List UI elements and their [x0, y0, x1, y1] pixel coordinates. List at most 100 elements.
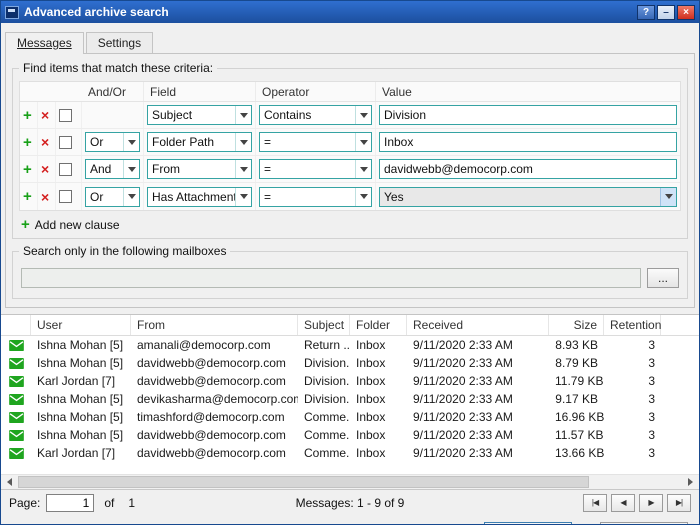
row-checkbox[interactable]: [59, 109, 72, 122]
operator-select[interactable]: =: [259, 159, 372, 179]
table-row[interactable]: Karl Jordan [7] davidwebb@democorp.com C…: [1, 444, 699, 462]
delete-row-icon[interactable]: ×: [41, 135, 49, 149]
chevron-down-icon[interactable]: [355, 188, 371, 206]
chevron-down-icon[interactable]: [660, 188, 676, 206]
header-subject[interactable]: Subject: [298, 315, 350, 335]
chevron-down-icon[interactable]: [235, 133, 251, 151]
field-select[interactable]: Folder Path: [147, 132, 252, 152]
chevron-down-icon[interactable]: [235, 106, 251, 124]
first-page-button[interactable]: |◀: [583, 494, 607, 512]
cell-size: 11.57 KB: [549, 428, 604, 442]
chevron-down-icon[interactable]: [235, 188, 251, 206]
operator-select[interactable]: =: [259, 187, 372, 207]
table-row[interactable]: Ishna Mohan [5] amanali@democorp.com Ret…: [1, 336, 699, 354]
close-button[interactable]: ×: [677, 5, 695, 20]
cell-retention: 3: [604, 446, 661, 460]
table-row[interactable]: Karl Jordan [7] davidwebb@democorp.com D…: [1, 372, 699, 390]
delete-row-icon[interactable]: ×: [41, 190, 49, 204]
page-number-input[interactable]: [46, 494, 94, 512]
plus-icon: +: [21, 217, 30, 232]
total-pages-label: 1: [128, 496, 135, 510]
header-retention[interactable]: Retention: [604, 315, 661, 335]
cell-folder: Inbox: [350, 374, 407, 388]
header-folder[interactable]: Folder: [350, 315, 407, 335]
mailboxes-input[interactable]: [21, 268, 641, 288]
value-select-value: Yes: [380, 188, 660, 206]
value-select[interactable]: Yes: [379, 187, 677, 207]
andor-select[interactable]: And: [85, 159, 140, 179]
cell-retention: 3: [604, 338, 661, 352]
tab-settings[interactable]: Settings: [86, 32, 153, 54]
table-row[interactable]: Ishna Mohan [5] timashford@democorp.com …: [1, 408, 699, 426]
chevron-down-icon[interactable]: [355, 106, 371, 124]
cell-size: 9.17 KB: [549, 392, 604, 406]
header-received[interactable]: Received: [407, 315, 549, 335]
chevron-down-icon[interactable]: [235, 160, 251, 178]
delete-row-icon[interactable]: ×: [41, 162, 49, 176]
horizontal-scrollbar[interactable]: [1, 474, 699, 489]
row-checkbox[interactable]: [59, 190, 72, 203]
add-new-clause-link[interactable]: + Add new clause: [21, 217, 681, 232]
andor-select[interactable]: Or: [85, 132, 140, 152]
delete-row-icon[interactable]: ×: [41, 108, 49, 122]
cell-received: 9/11/2020 2:33 AM: [407, 428, 549, 442]
criteria-group-title: Find items that match these criteria:: [19, 61, 217, 75]
tab-messages[interactable]: Messages: [5, 32, 84, 54]
field-select[interactable]: Subject: [147, 105, 252, 125]
add-row-icon[interactable]: +: [23, 189, 32, 204]
andor-select-value: Or: [86, 133, 123, 151]
cell-user: Ishna Mohan [5]: [31, 338, 131, 352]
chevron-down-icon[interactable]: [123, 160, 139, 178]
field-select-value: Subject: [148, 106, 235, 124]
criteria-row: + × And From: [20, 156, 680, 183]
operator-select-value: =: [260, 160, 355, 178]
mail-icon: [9, 394, 24, 405]
row-checkbox[interactable]: [59, 136, 72, 149]
cell-size: 8.93 KB: [549, 338, 604, 352]
add-row-icon[interactable]: +: [23, 162, 32, 177]
operator-select[interactable]: Contains: [259, 105, 372, 125]
header-user[interactable]: User: [31, 315, 131, 335]
chevron-down-icon[interactable]: [123, 188, 139, 206]
chevron-down-icon[interactable]: [355, 160, 371, 178]
scroll-left-icon[interactable]: [1, 475, 18, 489]
chevron-down-icon[interactable]: [355, 133, 371, 151]
chevron-down-icon[interactable]: [123, 133, 139, 151]
help-button[interactable]: ?: [637, 5, 655, 20]
add-row-icon[interactable]: +: [23, 108, 32, 123]
cell-size: 13.66 KB: [549, 446, 604, 460]
cell-received: 9/11/2020 2:33 AM: [407, 374, 549, 388]
criteria-group: Find items that match these criteria: An…: [12, 68, 688, 239]
header-from[interactable]: From: [131, 315, 298, 335]
header-size[interactable]: Size: [549, 315, 604, 335]
cell-user: Karl Jordan [7]: [31, 446, 131, 460]
table-row[interactable]: Ishna Mohan [5] davidwebb@democorp.com D…: [1, 354, 699, 372]
cell-retention: 3: [604, 392, 661, 406]
mail-icon: [9, 412, 24, 423]
last-page-button[interactable]: ▶|: [667, 494, 691, 512]
prev-page-button[interactable]: ◀: [611, 494, 635, 512]
andor-select-value: And: [86, 160, 123, 178]
row-checkbox[interactable]: [59, 163, 72, 176]
tab-messages-label: Messages: [17, 36, 72, 50]
field-select[interactable]: From: [147, 159, 252, 179]
header-field: Field: [144, 82, 256, 101]
action-bar: Search Clear: [1, 515, 699, 525]
table-row[interactable]: Ishna Mohan [5] davidwebb@democorp.com C…: [1, 426, 699, 444]
field-select[interactable]: Has Attachment: [147, 187, 252, 207]
cell-received: 9/11/2020 2:33 AM: [407, 338, 549, 352]
scroll-right-icon[interactable]: [682, 475, 699, 489]
value-input[interactable]: [379, 159, 677, 179]
scrollbar-thumb[interactable]: [18, 476, 589, 488]
value-input[interactable]: [379, 105, 677, 125]
next-page-button[interactable]: ▶: [639, 494, 663, 512]
browse-button[interactable]: ...: [647, 268, 679, 288]
app-icon: [5, 6, 19, 19]
minimize-button[interactable]: –: [657, 5, 675, 20]
operator-select[interactable]: =: [259, 132, 372, 152]
value-input[interactable]: [379, 132, 677, 152]
cell-subject: Comme...: [298, 410, 350, 424]
andor-select[interactable]: Or: [85, 187, 140, 207]
add-row-icon[interactable]: +: [23, 135, 32, 150]
table-row[interactable]: Ishna Mohan [5] devikasharma@democorp.co…: [1, 390, 699, 408]
